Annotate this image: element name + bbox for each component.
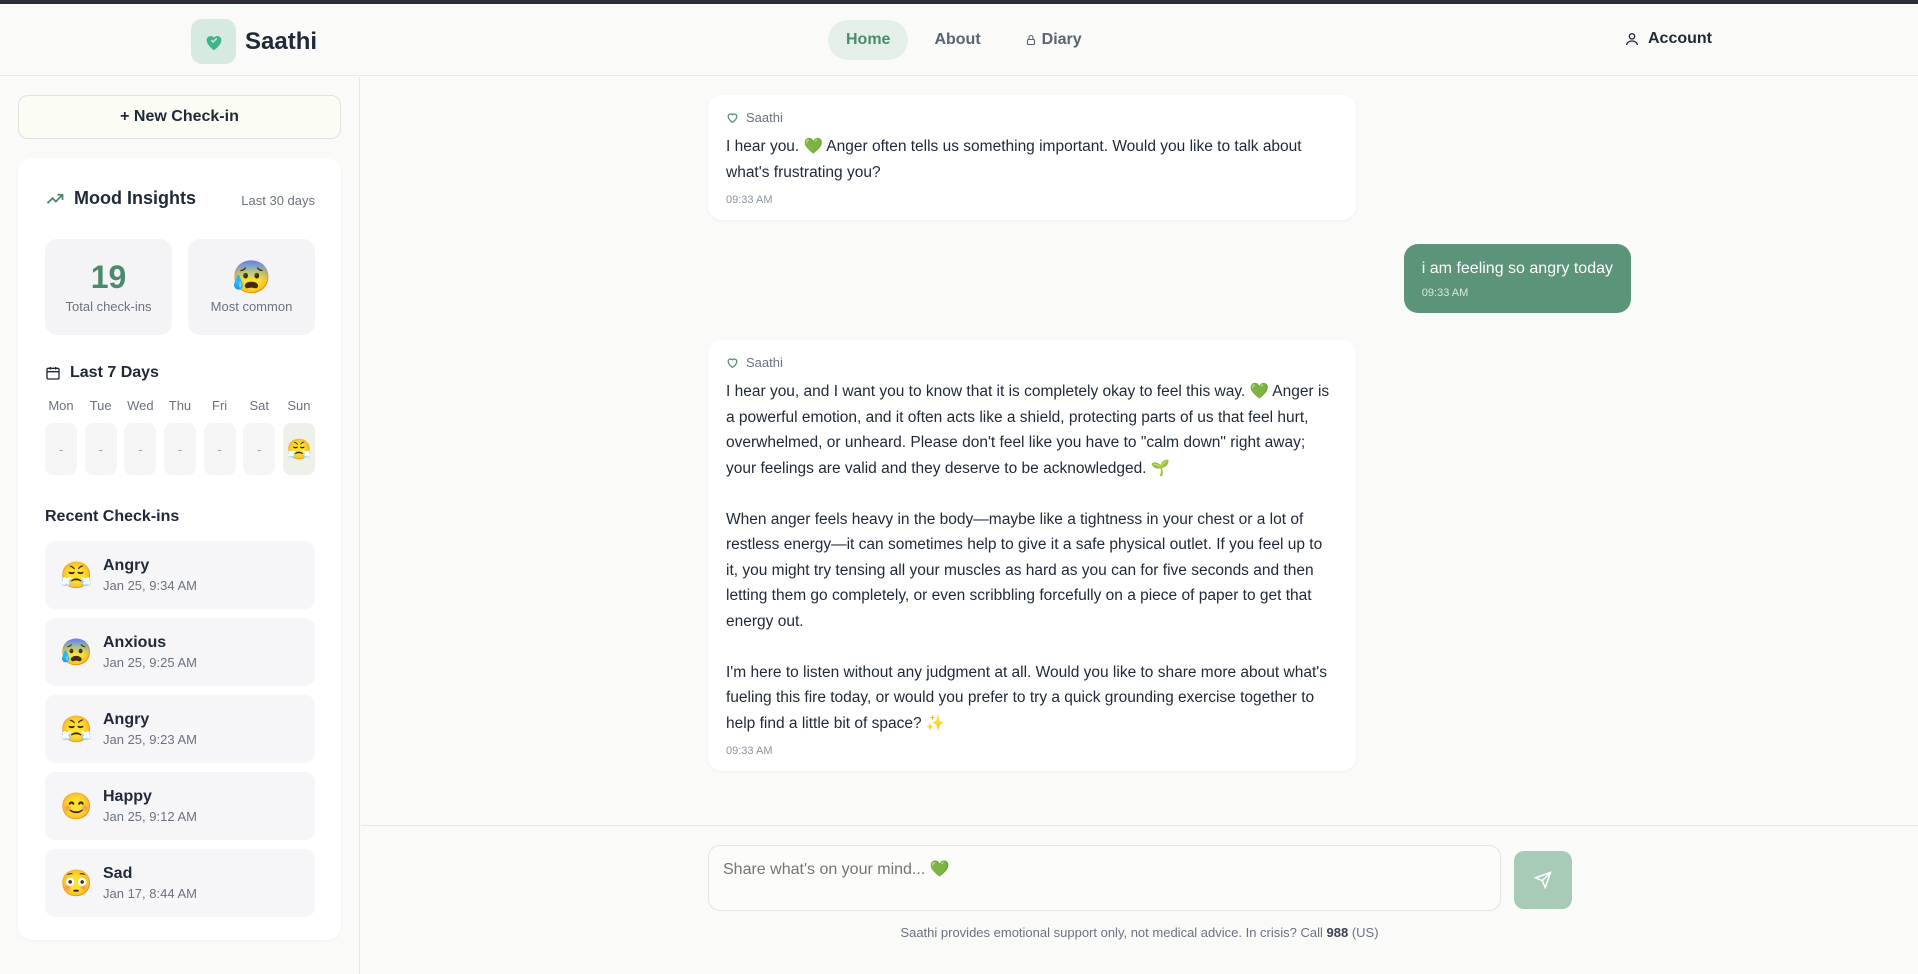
- checkin-time: Jan 25, 9:25 AM: [103, 655, 197, 670]
- day-fri: Fri -: [203, 398, 236, 475]
- day-tue: Tue -: [84, 398, 117, 475]
- day-label: Tue: [89, 398, 112, 413]
- checkin-time: Jan 25, 9:12 AM: [103, 809, 197, 824]
- day-cell[interactable]: -: [84, 423, 117, 475]
- most-common-stat: 😰 Most common: [188, 239, 315, 335]
- message-text: i am feeling so angry today: [1421, 260, 1613, 277]
- brand[interactable]: Saathi: [191, 19, 317, 64]
- checkin-time: Jan 17, 8:44 AM: [103, 886, 197, 901]
- lock-icon: [1026, 34, 1035, 46]
- heart-logo-icon: [191, 19, 236, 64]
- day-label: Wed: [127, 398, 154, 413]
- bot-message: Saathi I hear you. 💚 Anger often tells u…: [708, 95, 1356, 220]
- new-checkin-button[interactable]: + New Check-in: [18, 95, 341, 139]
- message-time: 09:33 AM: [1421, 287, 1469, 299]
- mood-emoji: 😳: [60, 867, 93, 898]
- message-time: 09:33 AM: [726, 745, 773, 757]
- nav-diary-label: Diary: [1041, 31, 1082, 48]
- disclaimer: Saathi provides emotional support only, …: [361, 925, 1918, 940]
- recent-checkins-title: Recent Check-ins: [45, 508, 180, 525]
- bot-sender: Saathi: [726, 110, 1338, 125]
- week-strip: Mon - Tue - Wed - Thu - Fri - Sat - Sun 😤: [45, 398, 315, 475]
- mood-label: Angry: [103, 557, 150, 574]
- disclaimer-text: Saathi provides emotional support only, …: [900, 925, 1327, 940]
- composer: Saathi provides emotional support only, …: [361, 825, 1918, 974]
- bot-message: Saathi I hear you, and I want you to kno…: [708, 340, 1356, 771]
- mood-emoji: 😰: [60, 636, 93, 667]
- main-nav: Home About Diary: [828, 20, 1100, 60]
- mood-label: Anxious: [103, 634, 167, 651]
- app-header: Saathi Home About Diary Account: [0, 4, 1918, 76]
- crisis-number: 988: [1326, 925, 1349, 940]
- day-thu: Thu -: [163, 398, 196, 475]
- total-checkins-label: Total check-ins: [65, 298, 152, 314]
- nav-diary[interactable]: Diary: [1007, 20, 1100, 60]
- day-cell[interactable]: -: [163, 423, 196, 475]
- mood-insights-card: Mood Insights Last 30 days 19 Total chec…: [18, 158, 341, 940]
- day-sat: Sat -: [243, 398, 276, 475]
- message-text: I hear you, and I want you to know that …: [726, 383, 1330, 732]
- message-input[interactable]: [708, 845, 1501, 911]
- mood-insights-title: Mood Insights: [74, 188, 196, 208]
- total-checkins-value: 19: [90, 258, 127, 295]
- total-checkins-stat: 19 Total check-ins: [45, 239, 172, 335]
- disclaimer-suffix: (US): [1348, 925, 1379, 940]
- send-button[interactable]: [1514, 851, 1572, 909]
- message-text: I hear you. 💚 Anger often tells us somet…: [726, 138, 1302, 181]
- day-wed: Wed -: [124, 398, 157, 475]
- bot-sender-name: Saathi: [746, 355, 783, 370]
- mood-emoji: 😤: [60, 713, 93, 744]
- day-mon: Mon -: [45, 398, 77, 475]
- sidebar: + New Check-in Mood Insights Last 30 day…: [0, 77, 360, 974]
- checkin-time: Jan 25, 9:34 AM: [103, 578, 197, 593]
- day-cell[interactable]: 😤: [282, 423, 315, 475]
- list-item[interactable]: 😤 Angry Jan 25, 9:23 AM: [45, 695, 315, 763]
- mood-insights-header: Mood Insights: [45, 188, 196, 209]
- calendar-icon: [46, 367, 60, 380]
- mood-label: Happy: [103, 788, 152, 805]
- trending-up-icon: [46, 193, 64, 204]
- most-common-label: Most common: [210, 298, 293, 314]
- chat-area: Saathi I hear you. 💚 Anger often tells u…: [361, 77, 1918, 825]
- day-cell[interactable]: -: [124, 423, 157, 475]
- bot-sender-name: Saathi: [746, 110, 783, 125]
- message-time: 09:33 AM: [726, 194, 773, 206]
- mood-label: Sad: [103, 865, 133, 882]
- heart-icon: [727, 358, 738, 369]
- mood-label: Angry: [103, 711, 150, 728]
- last-7-days-header: Last 7 Days: [45, 364, 159, 382]
- list-item[interactable]: 😊 Happy Jan 25, 9:12 AM: [45, 772, 315, 840]
- most-common-emoji: 😰: [231, 258, 272, 295]
- day-label: Sun: [287, 398, 311, 413]
- insights-range: Last 30 days: [241, 193, 315, 208]
- heart-icon: [727, 113, 738, 124]
- last-7-days-title: Last 7 Days: [70, 364, 159, 381]
- recent-checkins-list: 😤 Angry Jan 25, 9:34 AM 😰 Anxious Jan 25, …: [45, 541, 315, 917]
- brand-name: Saathi: [245, 27, 318, 55]
- day-label: Mon: [48, 398, 74, 413]
- mood-emoji: 😤: [60, 559, 93, 590]
- nav-about[interactable]: About: [916, 20, 998, 60]
- checkin-time: Jan 25, 9:23 AM: [103, 732, 197, 747]
- user-message: i am feeling so angry today 09:33 AM: [1403, 244, 1631, 313]
- nav-home-label: Home: [846, 31, 891, 48]
- user-icon: [1626, 33, 1638, 46]
- mood-emoji: 😊: [60, 790, 93, 821]
- day-cell[interactable]: -: [203, 423, 236, 475]
- day-cell[interactable]: -: [45, 423, 77, 475]
- day-sun: Sun 😤: [282, 398, 315, 475]
- nav-about-label: About: [934, 31, 981, 48]
- send-icon: [1534, 871, 1552, 889]
- day-cell[interactable]: -: [243, 423, 276, 475]
- nav-home[interactable]: Home: [828, 20, 909, 60]
- list-item[interactable]: 😰 Anxious Jan 25, 9:25 AM: [45, 618, 315, 686]
- list-item[interactable]: 😤 Angry Jan 25, 9:34 AM: [45, 541, 315, 609]
- day-label: Sat: [249, 398, 270, 413]
- account-button[interactable]: Account: [1624, 30, 1712, 48]
- list-item[interactable]: 😳 Sad Jan 17, 8:44 AM: [45, 849, 315, 917]
- day-label: Thu: [168, 398, 192, 413]
- account-label: Account: [1648, 30, 1712, 47]
- day-label: Fri: [212, 398, 228, 413]
- bot-sender: Saathi: [726, 355, 1338, 370]
